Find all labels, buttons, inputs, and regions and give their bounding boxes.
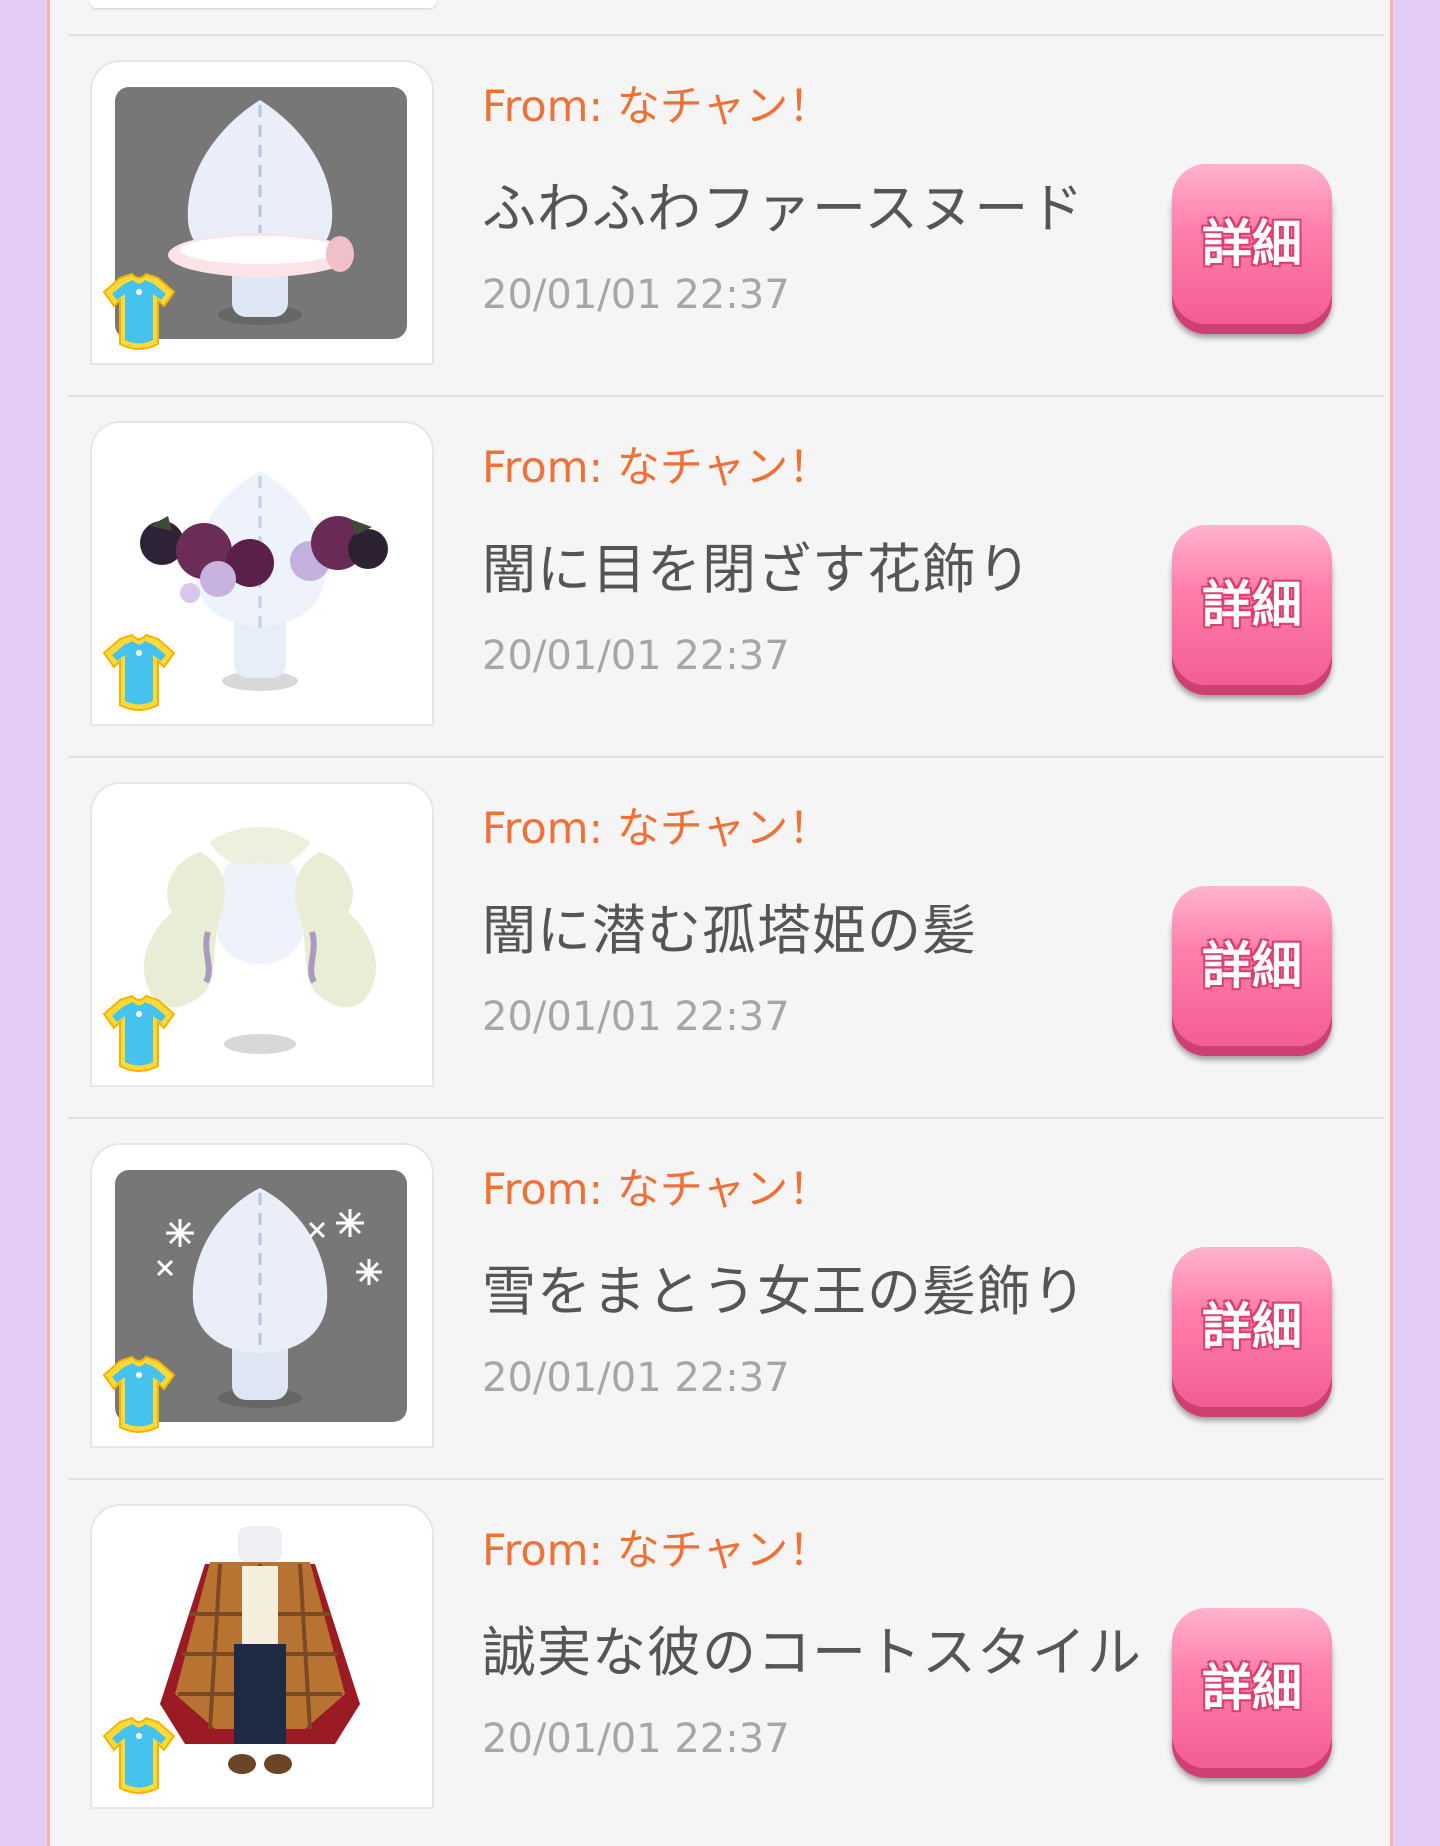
details-button[interactable]: 詳細 <box>1172 1608 1332 1768</box>
details-button[interactable]: 詳細 <box>1172 1247 1332 1407</box>
item-thumbnail <box>90 1504 434 1809</box>
shirt-badge-icon <box>102 1716 176 1794</box>
item-title: 闇に潜む孤塔姫の髪 <box>482 899 977 962</box>
item-title: ふわふわファースヌード <box>482 177 1085 240</box>
item-thumbnail <box>90 782 434 1087</box>
details-button[interactable]: 詳細 <box>1172 164 1332 324</box>
details-button-label: 詳細 <box>1202 215 1302 273</box>
details-button-label: 詳細 <box>1202 1298 1302 1356</box>
shirt-badge-icon <box>102 272 176 350</box>
details-button-label: 詳細 <box>1202 576 1302 634</box>
details-button[interactable]: 詳細 <box>1172 525 1332 685</box>
details-button[interactable]: 詳細 <box>1172 886 1332 1046</box>
previous-list-item-edge <box>70 0 440 35</box>
received-date: 20/01/01 22:37 <box>482 994 790 1040</box>
list-item: From: なチャン！ 誠実な彼のコートスタイル 20/01/01 22:37 … <box>68 1480 1384 1840</box>
shirt-badge-icon <box>102 1355 176 1433</box>
shirt-badge-icon <box>102 633 176 711</box>
list-item: From: なチャン！ 闇に潜む孤塔姫の髪 20/01/01 22:37 詳細 <box>68 758 1384 1118</box>
item-thumbnail <box>90 421 434 726</box>
list-item: From: なチャン！ 雪をまとう女王の髪飾り 20/01/01 22:37 詳… <box>68 1119 1384 1479</box>
received-date: 20/01/01 22:37 <box>482 272 790 318</box>
sender-label: From: なチャン！ <box>482 804 832 854</box>
previous-item-thumbnail-edge <box>90 0 436 8</box>
item-title: 誠実な彼のコートスタイル <box>482 1621 1142 1684</box>
received-date: 20/01/01 22:37 <box>482 1716 790 1762</box>
list-item: From: なチャン！ ふわふわファースヌード 20/01/01 22:37 詳… <box>68 36 1384 396</box>
sender-label: From: なチャン！ <box>482 1526 832 1576</box>
received-date: 20/01/01 22:37 <box>482 1355 790 1401</box>
list-item: From: なチャン！ 闇に目を閉ざす花飾り 20/01/01 22:37 詳細 <box>68 397 1384 757</box>
shirt-badge-icon <box>102 994 176 1072</box>
received-date: 20/01/01 22:37 <box>482 633 790 679</box>
item-title: 闇に目を閉ざす花飾り <box>482 538 1032 601</box>
sender-label: From: なチャン！ <box>482 1165 832 1215</box>
details-button-label: 詳細 <box>1202 937 1302 995</box>
sender-label: From: なチャン！ <box>482 443 832 493</box>
item-title: 雪をまとう女王の髪飾り <box>482 1260 1087 1323</box>
sender-label: From: なチャン！ <box>482 82 832 132</box>
item-thumbnail <box>90 1143 434 1448</box>
details-button-label: 詳細 <box>1202 1659 1302 1717</box>
item-thumbnail <box>90 60 434 365</box>
